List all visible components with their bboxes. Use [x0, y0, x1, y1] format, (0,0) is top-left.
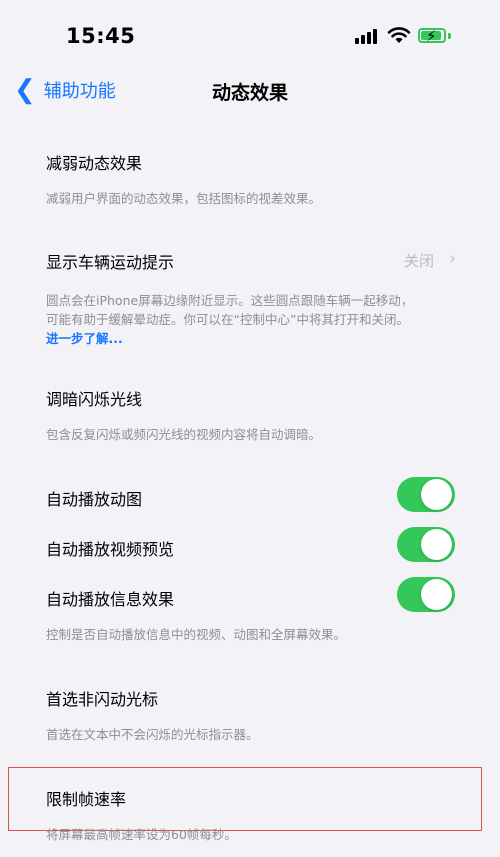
limit-frame-rate-description: 将屏幕最高帧速率设为60帧每秒。	[46, 827, 237, 842]
status-bar: 15:45 ⚡	[0, 0, 500, 68]
charging-bolt-icon: ⚡	[426, 27, 437, 45]
status-time: 15:45	[66, 24, 136, 48]
learn-more-link[interactable]: 进一步了解...	[46, 329, 456, 348]
nonblinking-cursor-item[interactable]: 首选非闪动光标	[46, 686, 456, 710]
battery-cap	[448, 33, 451, 39]
vehicle-motion-description: 圆点会在iPhone屏幕边缘附近显示。这些圆点跟随车辆一起移动， 可能有助于缓解…	[46, 291, 456, 348]
nonblinking-cursor-description: 首选在文本中不会闪烁的光标指示器。	[46, 727, 259, 742]
autoplay-message-toggle[interactable]	[397, 577, 455, 612]
vehicle-motion-cues-item[interactable]: 显示车辆运动提示	[46, 249, 456, 273]
autoplay-message-label: 自动播放信息效果	[46, 590, 175, 609]
autoplay-video-label: 自动播放视频预览	[46, 540, 175, 559]
vehicle-desc-line1: 圆点会在iPhone屏幕边缘附近显示。这些圆点跟随车辆一起移动，	[46, 293, 414, 308]
reduce-motion-description: 减弱用户界面的动态效果，包括图标的视差效果。	[46, 191, 322, 206]
chevron-right-icon: ›	[448, 248, 456, 269]
autoplay-gif-label: 自动播放动图	[46, 490, 143, 509]
navigation-bar: ❮ 辅助功能 动态效果	[0, 68, 500, 112]
page-title: 动态效果	[211, 82, 288, 104]
autoplay-description: 控制是否自动播放信息中的视频、动图和全屏幕效果。	[46, 627, 347, 642]
vehicle-motion-value: 关闭	[403, 252, 434, 270]
dim-flashing-description: 包含反复闪烁或频闪光线的视频内容将自动调暗。	[46, 427, 322, 442]
autoplay-gif-toggle[interactable]	[397, 477, 455, 512]
wifi-icon	[387, 27, 411, 43]
vehicle-desc-line2: 可能有助于缓解晕动症。你可以在“控制中心”中将其打开和关闭。	[46, 312, 409, 327]
dim-flashing-lights-item[interactable]: 调暗闪烁光线	[46, 386, 456, 410]
limit-frame-rate-item[interactable]: 限制帧速率	[46, 786, 456, 810]
cellular-signal-icon	[355, 29, 379, 44]
autoplay-video-toggle[interactable]	[397, 527, 455, 562]
reduce-motion-item[interactable]: 减弱动态效果	[46, 150, 456, 174]
